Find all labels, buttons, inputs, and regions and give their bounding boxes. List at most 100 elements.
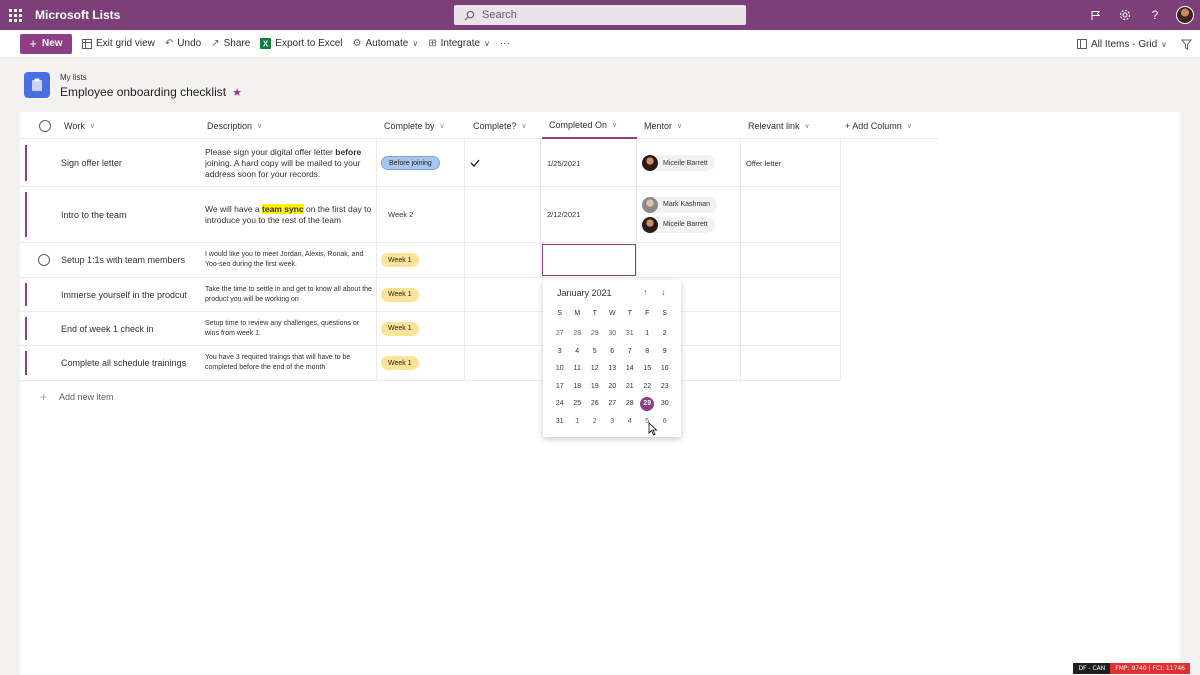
favorite-star-icon[interactable]: ★	[232, 86, 242, 99]
table-row[interactable]: End of week 1 check in Setup time to rev…	[20, 312, 841, 346]
column-header-relevant-link[interactable]: Relevant link ∨	[748, 112, 810, 139]
breadcrumb[interactable]: My lists	[60, 73, 87, 82]
table-row[interactable]: Sign offer letter Please sign your digit…	[20, 140, 841, 187]
work-cell[interactable]: End of week 1 check in	[61, 312, 154, 345]
calendar-day[interactable]: 10	[551, 360, 569, 378]
app-launcher-icon[interactable]	[0, 0, 30, 30]
calendar-day[interactable]: 28	[569, 325, 587, 343]
calendar-day[interactable]: 24	[551, 395, 569, 413]
work-cell[interactable]: Immerse yourself in the prodcut	[61, 278, 187, 311]
filter-button[interactable]	[1181, 34, 1192, 54]
row-select-checkbox[interactable]	[38, 243, 50, 277]
person-chip[interactable]: Miceile Barrett	[642, 155, 715, 171]
description-cell[interactable]: I would like you to meet Jordan, Alexis,…	[205, 243, 375, 277]
completed-on-cell[interactable]: 1/25/2021	[547, 140, 580, 186]
more-options-button[interactable]: ···	[500, 34, 510, 54]
calendar-day[interactable]: 13	[604, 360, 622, 378]
calendar-day[interactable]: 8	[639, 343, 657, 361]
table-row[interactable]: Setup 1:1s with team members I would lik…	[20, 243, 841, 278]
table-row[interactable]: Intro to the team We will have a team sy…	[20, 187, 841, 243]
select-all-checkbox[interactable]	[39, 112, 51, 139]
integrate-button[interactable]: ⊞ Integrate ∨	[428, 34, 490, 54]
share-button[interactable]: ↗ Share	[211, 34, 250, 54]
calendar-day[interactable]: 2	[586, 413, 604, 431]
calendar-day[interactable]: 19	[586, 378, 604, 396]
calendar-day[interactable]: 22	[639, 378, 657, 396]
date-picker-month[interactable]: January 2021	[557, 288, 612, 298]
view-selector[interactable]: All Items - Grid ∨	[1077, 34, 1167, 54]
calendar-day[interactable]: 20	[604, 378, 622, 396]
mentor-cell[interactable]: Miceile Barrett	[642, 140, 715, 186]
calendar-day[interactable]: 6	[604, 343, 622, 361]
calendar-day[interactable]: 5	[586, 343, 604, 361]
calendar-day[interactable]: 7	[621, 343, 639, 361]
complete-by-cell[interactable]: Week 2	[388, 187, 413, 242]
column-header-work[interactable]: Work ∨	[64, 112, 95, 139]
calendar-day[interactable]: 11	[569, 360, 587, 378]
work-cell[interactable]: Complete all schedule trainings	[61, 346, 186, 380]
person-chip[interactable]: Mark Kashman	[642, 196, 718, 213]
calendar-day[interactable]: 21	[621, 378, 639, 396]
complete-by-cell[interactable]: Week 1	[381, 278, 419, 311]
help-icon[interactable]: ?	[1140, 0, 1170, 30]
work-cell[interactable]: Intro to the team	[61, 187, 127, 242]
mentor-cell[interactable]: Mark Kashman Miceile Barrett	[642, 187, 718, 242]
calendar-day[interactable]: 31	[551, 413, 569, 431]
description-cell[interactable]: Take the time to settle in and get to kn…	[205, 278, 375, 311]
description-cell[interactable]: Setup time to review any challenges, que…	[205, 312, 375, 345]
complete-by-cell[interactable]: Before joining	[381, 140, 440, 186]
calendar-day[interactable]: 23	[656, 378, 674, 396]
automate-button[interactable]: ⚙ Automate ∨	[353, 34, 419, 54]
calendar-day[interactable]: 6	[656, 413, 674, 431]
calendar-day[interactable]: 31	[621, 325, 639, 343]
previous-month-arrow-icon[interactable]: ↑	[643, 287, 648, 297]
new-button[interactable]: + New	[20, 33, 72, 54]
table-row[interactable]: Complete all schedule trainings You have…	[20, 346, 841, 381]
search-box[interactable]: Search	[454, 5, 746, 25]
calendar-day[interactable]: 3	[604, 413, 622, 431]
column-header-complete[interactable]: Complete? ∨	[473, 112, 527, 139]
calendar-day[interactable]: 27	[551, 325, 569, 343]
work-cell[interactable]: Setup 1:1s with team members	[61, 243, 185, 277]
calendar-day[interactable]: 1	[569, 413, 587, 431]
completed-on-cell[interactable]: 2/12/2021	[547, 187, 580, 242]
work-cell[interactable]: Sign offer letter	[61, 140, 122, 186]
calendar-day[interactable]: 27	[604, 395, 622, 413]
add-new-item-button[interactable]: + Add new item	[40, 390, 114, 404]
export-to-excel-button[interactable]: X Export to Excel	[260, 34, 343, 54]
person-chip[interactable]: Miceile Barrett	[642, 216, 715, 233]
calendar-day[interactable]: 16	[656, 360, 674, 378]
calendar-day[interactable]: 4	[569, 343, 587, 361]
calendar-day[interactable]: 30	[604, 325, 622, 343]
complete-by-cell[interactable]: Week 1	[381, 312, 419, 345]
calendar-day[interactable]: 28	[621, 395, 639, 413]
complete-cell[interactable]	[470, 140, 480, 186]
calendar-day-selected[interactable]: 29	[640, 396, 655, 411]
calendar-day[interactable]: 3	[551, 343, 569, 361]
description-cell[interactable]: We will have a team sync on the first da…	[205, 187, 375, 242]
exit-grid-view-button[interactable]: Exit grid view	[82, 34, 155, 54]
column-header-description[interactable]: Description ∨	[207, 112, 262, 139]
calendar-day[interactable]: 25	[569, 395, 587, 413]
calendar-day[interactable]: 17	[551, 378, 569, 396]
description-cell[interactable]: Please sign your digital offer letter be…	[205, 140, 375, 186]
calendar-day[interactable]: 29	[586, 325, 604, 343]
description-cell[interactable]: You have 3 required traings that will ha…	[205, 346, 375, 380]
complete-by-cell[interactable]: Week 1	[381, 243, 419, 277]
column-header-complete-by[interactable]: Complete by ∨	[384, 112, 445, 139]
flag-icon[interactable]	[1080, 0, 1110, 30]
complete-by-cell[interactable]: Week 1	[381, 346, 419, 380]
user-avatar[interactable]	[1176, 6, 1194, 24]
gear-icon[interactable]	[1110, 0, 1140, 30]
calendar-day[interactable]: 18	[569, 378, 587, 396]
calendar-day[interactable]: 9	[656, 343, 674, 361]
relevant-link-cell[interactable]: Offer letter	[746, 140, 781, 186]
undo-button[interactable]: ↶ Undo	[165, 34, 201, 54]
table-row[interactable]: Immerse yourself in the prodcut Take the…	[20, 278, 841, 312]
calendar-day[interactable]: 15	[639, 360, 657, 378]
calendar-day[interactable]: 12	[586, 360, 604, 378]
column-header-mentor[interactable]: Mentor ∨	[644, 112, 682, 139]
column-header-completed-on[interactable]: Completed On ∨	[542, 112, 637, 139]
completed-on-edit-cell[interactable]	[542, 244, 636, 276]
calendar-day[interactable]: 26	[586, 395, 604, 413]
